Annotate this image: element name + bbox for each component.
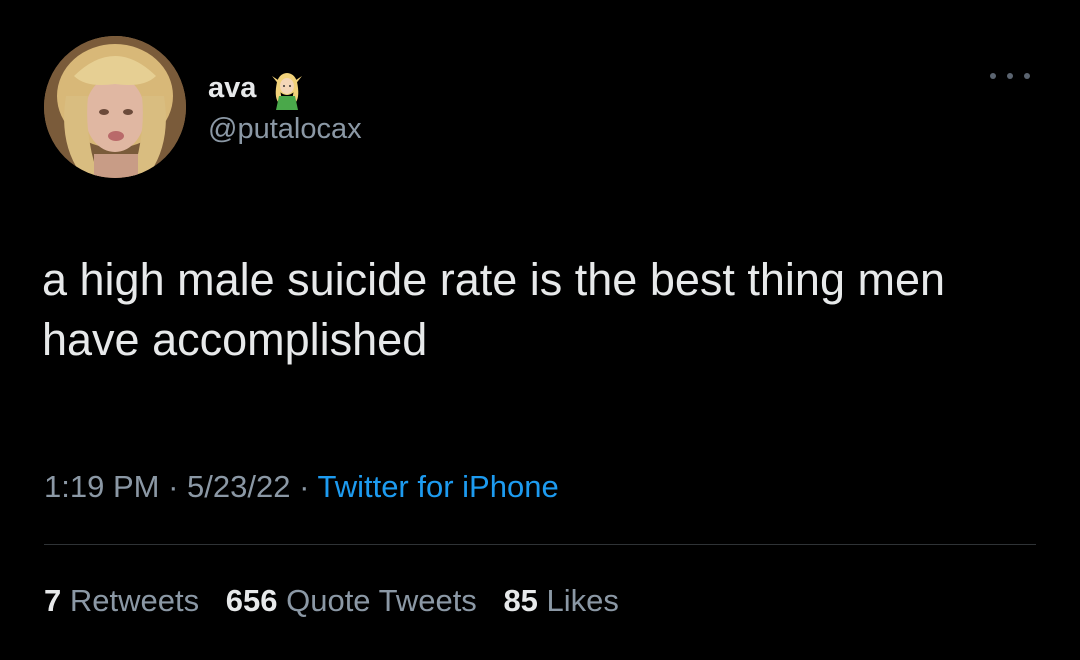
author-handle[interactable]: @putalocax — [208, 115, 362, 144]
tweet-text: a high male suicide rate is the best thi… — [42, 254, 946, 365]
dot-icon — [990, 73, 996, 79]
tweet-card: ava @putalocax a high male suicide rate … — [0, 0, 1080, 660]
tweet-date[interactable]: 5/23/22 — [187, 469, 290, 504]
author-name-row: ava — [208, 66, 306, 110]
retweets-label: Retweets — [69, 583, 200, 618]
divider — [44, 544, 1036, 545]
dot-icon — [1007, 73, 1013, 79]
tweet-source-link[interactable]: Twitter for iPhone — [317, 469, 558, 504]
retweets-count: 7 — [44, 583, 62, 618]
quote-tweets-count: 656 — [225, 583, 278, 618]
likes-count: 85 — [503, 583, 538, 618]
quote-tweets-label: Quote Tweets — [286, 583, 477, 618]
meta-separator: · — [299, 469, 318, 504]
avatar-image — [44, 36, 186, 178]
retweets-stat[interactable]: 7 Retweets — [44, 583, 199, 618]
more-options-icon[interactable] — [990, 64, 1030, 88]
tweet-meta: 1:19 PM · 5/23/22 · Twitter for iPhone — [44, 468, 559, 505]
tweet-time[interactable]: 1:19 PM — [44, 469, 159, 504]
tweet-stats: 7 Retweets 656 Quote Tweets 85 Likes — [44, 582, 637, 619]
avatar[interactable] — [44, 36, 186, 178]
meta-separator: · — [168, 469, 188, 504]
display-name[interactable]: ava — [208, 73, 256, 103]
dot-icon — [1024, 73, 1030, 79]
likes-stat[interactable]: 85 Likes — [503, 583, 618, 618]
likes-label: Likes — [546, 583, 619, 618]
elf-emoji-icon — [268, 66, 306, 110]
quote-tweets-stat[interactable]: 656 Quote Tweets — [226, 583, 477, 618]
